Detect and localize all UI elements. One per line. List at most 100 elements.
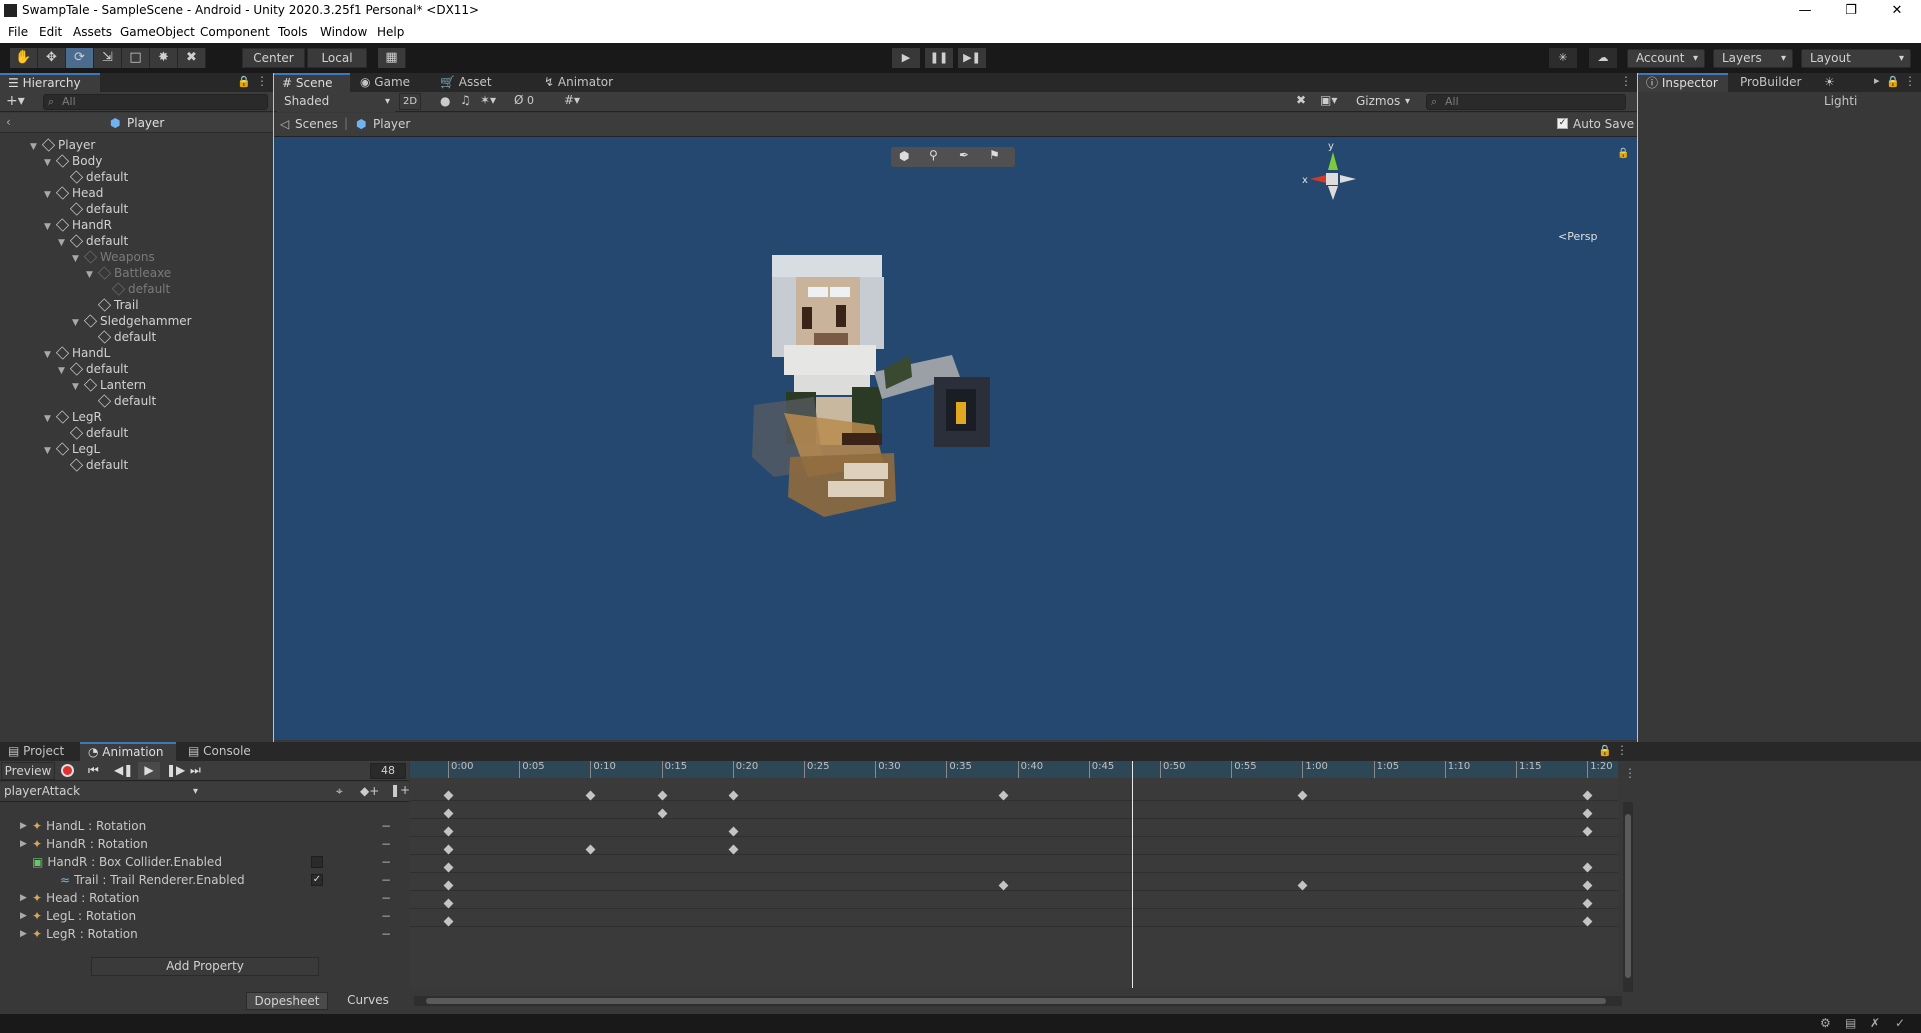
gizmo-center-cube[interactable] — [1326, 173, 1338, 185]
inspector-menu-icon[interactable]: ⋮ — [1904, 74, 1916, 88]
auto-save-checkbox[interactable]: ✓ — [1557, 118, 1568, 129]
cache-icon[interactable]: ▤ — [1845, 1016, 1856, 1030]
custom-tool-icon[interactable]: ✖ — [178, 48, 206, 68]
grid-toggle-icon[interactable]: #▾ — [564, 93, 580, 107]
tab-inspector[interactable]: ⓘ Inspector — [1638, 73, 1728, 92]
preview-toggle[interactable]: Preview — [1, 762, 55, 780]
summary-keyframe[interactable] — [728, 790, 739, 801]
rotate-tool-icon[interactable]: ⟳ — [66, 48, 94, 68]
visibility-toggle-icon[interactable]: Ø — [514, 93, 523, 107]
tab-hierarchy[interactable]: ☰ Hierarchy — [0, 73, 100, 92]
pen-overlay-icon[interactable]: ✒ — [959, 148, 969, 162]
hierarchy-search-input[interactable]: All — [43, 94, 268, 110]
gizmos-dropdown[interactable]: Gizmos — [1348, 93, 1416, 112]
hierarchy-item[interactable]: ▼ LegL — [0, 441, 272, 457]
menu-assets[interactable]: Assets — [73, 25, 112, 39]
keyframe[interactable] — [585, 844, 596, 855]
keyframe[interactable] — [1297, 880, 1308, 891]
animation-property-row[interactable]: ▶ ✦ Head : Rotation − — [0, 889, 405, 907]
animation-property-row[interactable]: ≈ Trail : Trail Renderer.Enabled ✓ − — [0, 871, 405, 889]
orientation-gizmo[interactable]: y x — [1302, 141, 1362, 202]
vertical-scrollbar[interactable] — [1623, 802, 1633, 992]
summary-keyframe[interactable] — [1297, 790, 1308, 801]
add-event-icon[interactable]: ❚+ — [390, 783, 410, 797]
keyframe[interactable] — [1582, 916, 1593, 927]
keyframe[interactable] — [443, 898, 454, 909]
keyframe[interactable] — [1582, 880, 1593, 891]
property-options-icon[interactable]: − — [381, 907, 391, 925]
animation-property-row[interactable]: ▶ ✦ HandR : Rotation − — [0, 835, 405, 853]
hierarchy-item[interactable]: default — [0, 393, 272, 409]
hierarchy-item[interactable]: default — [0, 281, 272, 297]
menu-window[interactable]: Window — [320, 25, 367, 39]
keyframe[interactable] — [728, 844, 739, 855]
audio-toggle-icon[interactable]: ♫ — [460, 93, 471, 107]
filter-keyframes-icon[interactable]: ⌖ — [336, 784, 343, 799]
keyframe[interactable] — [443, 844, 454, 855]
summary-keyframe[interactable] — [443, 790, 454, 801]
account-dropdown[interactable]: Account — [1627, 49, 1705, 68]
pivot-center-toggle[interactable]: Center — [242, 48, 305, 68]
layers-dropdown[interactable]: Layers — [1713, 49, 1793, 68]
hierarchy-item[interactable]: Trail — [0, 297, 272, 313]
hierarchy-item[interactable]: ▼ LegR — [0, 409, 272, 425]
first-key-button[interactable]: ⏮ — [88, 763, 99, 778]
perspective-label[interactable]: <Persp — [1558, 230, 1597, 243]
keyframe[interactable] — [998, 880, 1009, 891]
animation-property-row[interactable]: ▶ ✦ LegL : Rotation − — [0, 907, 405, 925]
lock-icon[interactable]: 🔒 — [237, 75, 251, 88]
effects-toggle-icon[interactable]: ✶▾ — [480, 93, 496, 107]
expand-arrow-icon[interactable]: ▶ — [20, 835, 27, 853]
keyframe[interactable] — [443, 880, 454, 891]
menu-file[interactable]: File — [8, 25, 28, 39]
tab-game[interactable]: ◉ Game — [352, 73, 422, 92]
last-key-button[interactable]: ⏭ — [190, 763, 201, 778]
expand-arrow-icon[interactable]: ▶ — [20, 889, 27, 907]
keyframe[interactable] — [443, 862, 454, 873]
more-tabs-icon[interactable]: ▸ — [1874, 74, 1880, 87]
transform-tool-icon[interactable]: ✸ — [150, 48, 178, 68]
property-options-icon[interactable]: − — [381, 889, 391, 907]
property-options-icon[interactable]: − — [381, 871, 391, 889]
keyframe[interactable] — [443, 916, 454, 927]
tools-icon[interactable]: ✖ — [1296, 93, 1306, 107]
progress-icon[interactable]: ✓ — [1895, 1016, 1905, 1030]
hierarchy-item[interactable]: ▼ Lantern — [0, 377, 272, 393]
expand-arrow-icon[interactable]: ▶ — [20, 817, 27, 835]
playhead[interactable] — [1131, 761, 1133, 988]
keyframe[interactable] — [1582, 898, 1593, 909]
curves-tab[interactable]: Curves — [330, 992, 406, 1010]
hierarchy-item[interactable]: ▼ Player — [0, 137, 272, 153]
close-button[interactable]: ✕ — [1874, 0, 1920, 22]
property-enabled-checkbox[interactable] — [311, 856, 323, 868]
step-button[interactable]: ▶❚ — [958, 48, 986, 68]
play-animation-button[interactable]: ▶ — [138, 762, 160, 779]
menu-tools[interactable]: Tools — [278, 25, 308, 39]
horizontal-scrollbar[interactable] — [414, 996, 1622, 1006]
add-property-button[interactable]: Add Property — [91, 957, 319, 976]
debug-icon[interactable]: ⚙ — [1820, 1016, 1831, 1030]
dopesheet-timeline[interactable]: 0:00 0:05 0:10 0:15 0:20 0:25 0:30 0:35 0:40 0:45… — [410, 761, 1618, 988]
summary-keyframe[interactable] — [585, 790, 596, 801]
hierarchy-item[interactable]: ▼ Body — [0, 153, 272, 169]
back-arrow-icon[interactable]: ‹ — [6, 115, 11, 129]
add-keyframe-icon[interactable]: ◆+ — [360, 784, 379, 798]
inspector-lock-icon[interactable]: 🔒 — [1886, 75, 1900, 88]
property-options-icon[interactable]: − — [381, 817, 391, 835]
2d-toggle[interactable]: 2D — [399, 93, 421, 110]
menu-help[interactable]: Help — [377, 25, 404, 39]
tab-animation[interactable]: ◔ Animation — [80, 742, 176, 761]
lighting-toggle-icon[interactable]: ● — [440, 94, 450, 108]
scenes-back-icon[interactable]: ◁ — [280, 117, 289, 131]
cube-overlay-icon[interactable]: ⬢ — [899, 149, 909, 163]
next-key-button[interactable]: ❚▶ — [166, 763, 185, 777]
network-icon[interactable]: ✗ — [1870, 1016, 1880, 1030]
x-axis-cone[interactable] — [1310, 175, 1326, 183]
minimize-button[interactable]: — — [1782, 0, 1828, 22]
nodes-overlay-icon[interactable]: ⚲ — [929, 148, 938, 162]
tab-animator[interactable]: ↯ Animator — [536, 73, 626, 92]
cloud-icon[interactable]: ☁ — [1589, 48, 1617, 68]
create-icon[interactable]: +▾ — [6, 93, 25, 109]
layout-dropdown[interactable]: Layout — [1801, 49, 1911, 68]
animation-property-row[interactable]: ▶ ✦ LegR : Rotation − — [0, 925, 405, 943]
